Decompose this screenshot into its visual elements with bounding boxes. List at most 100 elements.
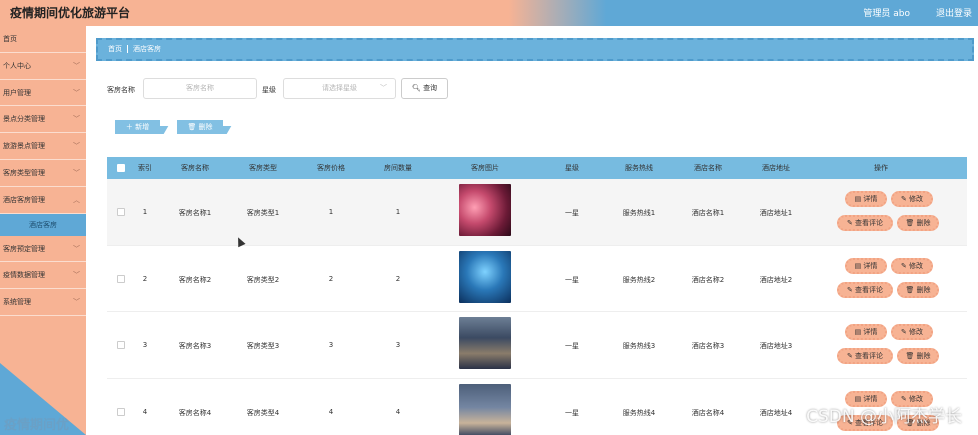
delete-button-label: 删除 — [916, 219, 931, 227]
edit-button[interactable]: ✎ 修改 — [891, 191, 933, 207]
edit-button[interactable]: ✎ 修改 — [891, 324, 933, 340]
chevron-down-icon: ﹀ — [73, 168, 80, 177]
add-button[interactable]: ＋ 新增 — [115, 120, 169, 134]
detail-button-label: 详情 — [863, 261, 878, 270]
cell-star: 一星 — [565, 408, 579, 417]
column-header-hotel-address: 酒店地址 — [762, 164, 790, 172]
chevron-down-icon: ﹀ — [73, 271, 80, 280]
document-icon: ▤ — [854, 328, 862, 336]
column-header-star: 星级 — [565, 164, 579, 172]
table-row[interactable]: 2 客房名称2 客房类型2 2 2 一星 服务热线2 酒店名称2 酒店地址2 ▤… — [107, 245, 967, 312]
column-header-hotline: 服务热线 — [625, 164, 653, 172]
cell-room-type: 客房类型2 — [246, 275, 280, 284]
detail-button[interactable]: ▤ 详情 — [845, 324, 887, 340]
cell-star: 一星 — [565, 209, 579, 217]
column-header-actions: 操作 — [874, 164, 888, 172]
cell-count: 3 — [395, 341, 401, 349]
table-row[interactable]: 1 客房名称1 客房类型1 1 1 一星 服务热线1 酒店名称1 酒店地址1 ▤… — [107, 179, 967, 246]
search-button[interactable]: 🔍︎ 查询 — [401, 78, 448, 99]
cell-price: 4 — [328, 407, 334, 416]
cell-index: 2 — [142, 274, 148, 283]
detail-button[interactable]: ▤ 详情 — [845, 257, 887, 274]
room-image[interactable] — [459, 184, 511, 236]
cell-index: 3 — [142, 341, 148, 349]
pencil-icon: ✎ — [900, 328, 907, 336]
room-image[interactable] — [459, 317, 511, 369]
delete-button[interactable]: 🗑︎ 删除 — [897, 348, 939, 364]
sidebar-item-label: 客房预定管理 — [3, 244, 45, 253]
rooms-table: 索引 客房名称 客房类型 客房价格 房间数量 客房图片 星级 服务热线 酒店名称… — [107, 157, 967, 435]
column-header-room-name: 客房名称 — [181, 164, 209, 172]
pencil-icon: ✎ — [846, 352, 853, 360]
delete-button-label: 删除 — [916, 285, 931, 294]
row-checkbox[interactable] — [117, 407, 125, 416]
room-image[interactable] — [459, 250, 511, 303]
cell-hotel-address: 酒店地址1 — [759, 209, 793, 217]
edit-button[interactable]: ✎ 修改 — [891, 257, 933, 274]
cell-star: 一星 — [565, 342, 579, 350]
view-comments-button[interactable]: ✎ 查看评论 — [837, 215, 893, 231]
sidebar-item-label: 酒店客房管理 — [3, 195, 45, 204]
chevron-down-icon: ﹀ — [73, 244, 80, 253]
view-comments-button[interactable]: ✎ 查看评论 — [837, 348, 893, 364]
batch-delete-button[interactable]: 🗑︎ 删除 — [177, 120, 232, 134]
breadcrumb-home[interactable]: 首页 — [108, 45, 122, 53]
cell-hotel-address: 酒店地址4 — [759, 408, 793, 417]
cell-hotline: 服务热线3 — [622, 342, 656, 350]
sidebar-item-scenic-category[interactable]: 景点分类管理 ﹀ — [0, 106, 86, 134]
trash-icon: 🗑︎ — [905, 352, 915, 360]
pencil-icon: ✎ — [900, 195, 907, 203]
row-checkbox[interactable] — [117, 274, 125, 283]
delete-button[interactable]: 🗑︎ 删除 — [897, 281, 939, 298]
current-user: 管理员 abo — [863, 9, 910, 19]
sidebar-item-label: 系统管理 — [3, 298, 31, 307]
sidebar-subitem-hotel-rooms[interactable]: 酒店客房 — [0, 213, 86, 236]
table-row[interactable]: 3 客房名称3 客房类型3 3 3 一星 服务热线3 酒店名称3 酒店地址3 ▤… — [107, 312, 967, 379]
add-button-label: 新增 — [135, 123, 150, 131]
sidebar-item-system[interactable]: 系统管理 ﹀ — [0, 289, 86, 316]
column-header-room-type: 客房类型 — [249, 164, 277, 172]
delete-button[interactable]: 🗑︎ 删除 — [897, 215, 939, 231]
cell-star: 一星 — [565, 275, 579, 284]
view-comments-button[interactable]: ✎ 查看评论 — [837, 281, 893, 298]
select-all-checkbox[interactable] — [117, 164, 125, 172]
logout-link[interactable]: 退出登录 — [936, 6, 972, 19]
search-icon: 🔍︎ — [411, 84, 421, 92]
plus-icon: ＋ — [125, 123, 133, 131]
pencil-icon: ✎ — [900, 261, 907, 270]
cell-room-type: 客房类型4 — [246, 408, 280, 417]
button-tail-decoration — [216, 126, 232, 134]
breadcrumb: 首页 酒店客房 — [96, 38, 974, 61]
row-checkbox[interactable] — [117, 341, 125, 349]
sidebar-item-label: 旅游景点管理 — [3, 142, 45, 151]
sidebar-item-home[interactable]: 首页 — [0, 26, 86, 53]
row-checkbox[interactable] — [117, 208, 125, 216]
detail-button[interactable]: ▤ 详情 — [845, 191, 887, 207]
trash-icon: 🗑︎ — [905, 285, 915, 294]
cell-room-name: 客房名称4 — [178, 408, 212, 417]
pencil-icon: ✎ — [846, 285, 853, 294]
cell-room-name: 客房名称2 — [178, 275, 212, 284]
cell-room-name: 客房名称1 — [178, 209, 212, 217]
sidebar-item-room-types[interactable]: 客房类型管理 ﹀ — [0, 160, 86, 187]
app-title: 疫情期间优化旅游平台 — [10, 6, 131, 20]
star-select[interactable]: 请选择星级 ﹀ — [283, 78, 396, 99]
cell-price: 2 — [328, 274, 334, 283]
sidebar-item-scenic-spots[interactable]: 旅游景点管理 ﹀ — [0, 133, 86, 160]
column-header-image: 客房图片 — [471, 164, 499, 172]
room-image[interactable] — [459, 383, 511, 435]
sidebar-item-hotel-rooms[interactable]: 酒店客房管理 ︿ — [0, 187, 86, 214]
csdn-watermark: CSDN @小阿杰学长 — [806, 407, 962, 427]
sidebar-item-epidemic-data[interactable]: 疫情数据管理 ﹀ — [0, 262, 86, 290]
trash-icon: 🗑︎ — [905, 219, 915, 227]
detail-button-label: 详情 — [863, 195, 878, 203]
room-name-input[interactable]: 客房名称 — [143, 78, 257, 99]
cell-count: 1 — [395, 208, 401, 216]
table-header: 索引 客房名称 客房类型 客房价格 房间数量 客房图片 星级 服务热线 酒店名称… — [107, 157, 967, 179]
sidebar-item-room-booking[interactable]: 客房预定管理 ﹀ — [0, 236, 86, 263]
sidebar-item-profile[interactable]: 个人中心 ﹀ — [0, 53, 86, 80]
edit-button-label: 修改 — [909, 195, 924, 203]
view-comments-button-label: 查看评论 — [855, 219, 884, 227]
sidebar-item-users[interactable]: 用户管理 ﹀ — [0, 80, 86, 107]
document-icon: ▤ — [854, 195, 862, 203]
